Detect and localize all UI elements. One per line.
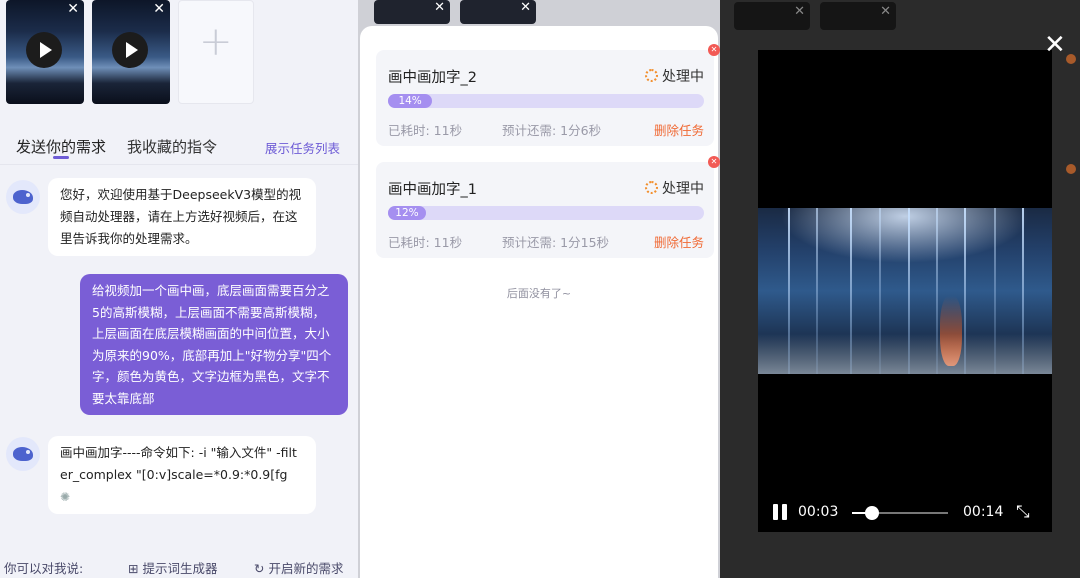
play-icon[interactable] <box>112 32 148 68</box>
bot-avatar <box>6 180 40 214</box>
progress-fill: 12% <box>388 206 426 220</box>
close-icon[interactable]: ✕ <box>708 44 720 56</box>
seek-handle[interactable] <box>865 506 880 520</box>
video-player[interactable]: 00:03 00:14 ⤡ <box>758 50 1052 532</box>
tab-favorites[interactable]: 我收藏的指令 <box>127 136 217 157</box>
task-status: 处理中 <box>645 178 704 198</box>
play-icon[interactable] <box>26 32 62 68</box>
delete-task-button[interactable]: 删除任务 <box>654 232 704 251</box>
bot-avatar <box>6 437 40 471</box>
bot-message: 画中画加字----命令如下: -i "输入文件" -filter_complex… <box>48 436 316 514</box>
elapsed-time: 已耗时: 11秒 <box>388 123 463 138</box>
user-message: 给视频加一个画中画，底层画面需要百分之5的高斯模糊，上层画面不需要高斯模糊，上层… <box>80 274 348 415</box>
video-thumbnail-2[interactable]: ✕ <box>92 0 170 104</box>
remove-video-icon[interactable]: ✕ <box>153 1 165 17</box>
task-card: 画中画加字_1 处理中 12% 已耗时: 11秒 预计还需: 1分15秒 删除任… <box>376 156 720 258</box>
progress-bar: 14% <box>388 94 704 108</box>
current-time: 00:03 <box>798 504 839 520</box>
video-thumbnail-2: ✕ <box>460 0 536 24</box>
bot-message: 您好，欢迎使用基于DeepseekV3模型的视频自动处理器，请在上方选好视频后，… <box>48 178 316 256</box>
active-tab-indicator <box>53 156 69 159</box>
task-list-panel: ✕ ✕ 画中画加字_2 处理中 14% 已耗时: 11秒 预计还需: 1分6秒 … <box>358 0 720 578</box>
video-thumbnail-1: ✕ <box>374 0 450 24</box>
gift-icon: ⊞ <box>128 561 139 576</box>
progress-fill: 14% <box>388 94 433 108</box>
task-sheet: 画中画加字_2 处理中 14% 已耗时: 11秒 预计还需: 1分6秒 删除任务… <box>360 26 720 578</box>
tab-send-request[interactable]: 发送你的需求 <box>16 136 106 157</box>
remaining-time: 预计还需: 1分15秒 <box>502 235 610 250</box>
remove-video-icon[interactable]: ✕ <box>67 1 79 17</box>
video-frame[interactable] <box>758 208 1052 374</box>
progress-bar: 12% <box>388 206 704 220</box>
refresh-icon: ↻ <box>254 561 265 576</box>
close-icon[interactable]: ✕ <box>708 156 720 168</box>
close-icon[interactable]: ✕ <box>1044 30 1066 60</box>
end-of-list-text: 后面没有了~ <box>506 287 572 300</box>
plus-icon: + <box>199 19 233 65</box>
task-name: 画中画加字_1 <box>388 182 477 198</box>
divider <box>0 164 358 165</box>
pause-icon[interactable] <box>772 504 788 520</box>
spinner-icon <box>645 181 658 194</box>
spinner-icon <box>645 69 658 82</box>
fullscreen-icon[interactable]: ⤡ <box>1016 502 1036 522</box>
video-thumbnail-1: ✕ <box>734 2 810 30</box>
player-controls: 00:03 00:14 ⤡ <box>758 496 1052 526</box>
video-player-overlay: ✕ ✕ 00:03 00:14 ⤡ ✕ <box>720 0 1080 578</box>
show-task-list-link[interactable]: 展示任务列表 <box>265 138 340 157</box>
chat-panel: ✕ ✕ + 发送你的需求 我收藏的指令 展示任务列表 您好，欢迎使用基于Deep… <box>0 0 358 578</box>
prompt-generator-button[interactable]: ⊞ 提示词生成器 <box>128 558 217 577</box>
task-card: 画中画加字_2 处理中 14% 已耗时: 11秒 预计还需: 1分6秒 删除任务… <box>376 44 720 146</box>
video-thumbnail-1[interactable]: ✕ <box>6 0 84 104</box>
elapsed-time: 已耗时: 11秒 <box>388 235 463 250</box>
footer-hint: 你可以对我说: <box>4 561 84 576</box>
loading-icon: ✺ <box>60 490 71 504</box>
task-status: 处理中 <box>645 66 704 86</box>
seek-bar[interactable] <box>852 506 948 520</box>
add-video-button[interactable]: + <box>178 0 254 104</box>
duration-time: 00:14 <box>963 504 1004 520</box>
new-request-button[interactable]: ↻ 开启新的需求 <box>254 558 343 577</box>
video-thumbnail-2: ✕ <box>820 2 896 30</box>
task-name: 画中画加字_2 <box>388 70 477 86</box>
delete-task-button[interactable]: 删除任务 <box>654 120 704 139</box>
remaining-time: 预计还需: 1分6秒 <box>502 123 602 138</box>
